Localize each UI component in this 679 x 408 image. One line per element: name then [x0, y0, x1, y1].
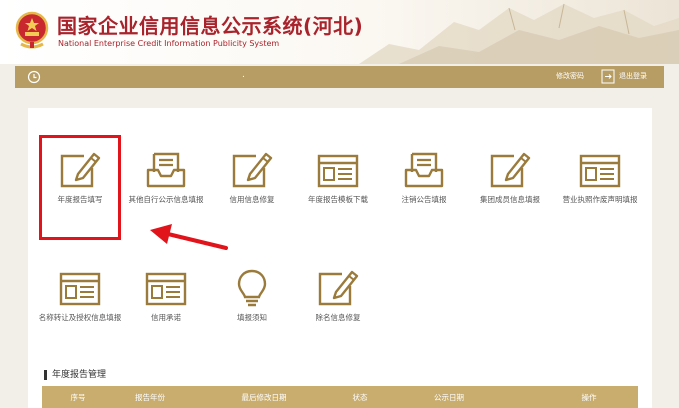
highlight-box — [39, 135, 121, 240]
mountain-background — [359, 3, 679, 64]
report-table-header: 序号 报告年份 最后修改日期 状态 公示日期 操作 — [42, 386, 638, 408]
browser-window-icon — [579, 154, 621, 188]
column-header: 操作 — [581, 393, 597, 402]
inbox-tray-icon — [146, 152, 186, 188]
browser-window-icon — [317, 154, 359, 188]
tile-label: 营业执照作废声明填报 — [562, 195, 638, 204]
tile-other-self-disclosure[interactable]: 其他自行公示信息填报 — [123, 150, 209, 205]
section-title: 年度报告管理 — [44, 370, 106, 380]
tile-group-members[interactable]: 集团成员信息填报 — [467, 150, 553, 205]
lightbulb-icon — [237, 269, 267, 307]
site-subtitle: National Enterprise Credit Information P… — [58, 39, 280, 48]
tile-label: 集团成员信息填报 — [480, 195, 540, 204]
national-emblem-icon — [15, 11, 49, 49]
column-header: 序号 — [70, 393, 86, 402]
column-header: 最后修改日期 — [241, 393, 287, 402]
browser-window-icon — [59, 272, 101, 306]
browser-window-icon — [145, 272, 187, 306]
pencil-square-icon — [318, 270, 359, 306]
user-toolbar: . 修改密码 退出登录 — [15, 66, 664, 88]
tile-name-transfer[interactable]: 名称转让及授权信息填报 — [37, 268, 123, 323]
tile-label: 信用承诺 — [151, 313, 181, 322]
pencil-square-icon — [490, 152, 531, 188]
change-password-link[interactable]: 修改密码 — [556, 71, 584, 81]
red-arrow-icon — [150, 224, 228, 250]
tile-license-void-statement[interactable]: 营业执照作废声明填报 — [553, 150, 647, 205]
tile-delisting-repair[interactable]: 除名信息修复 — [295, 268, 381, 323]
tile-credit-repair[interactable]: 信用信息修复 — [209, 150, 295, 205]
column-header: 公示日期 — [434, 393, 464, 402]
column-header: 状态 — [352, 393, 368, 402]
site-header: 国家企业信用信息公示系统(河北) National Enterprise Cre… — [0, 0, 679, 64]
tile-label: 填报须知 — [237, 313, 267, 322]
clock-icon — [27, 70, 41, 84]
pencil-square-icon — [232, 152, 273, 188]
tile-label: 信用信息修复 — [229, 195, 275, 204]
toolbar-dot: . — [242, 70, 245, 80]
site-title: 国家企业信用信息公示系统(河北) — [57, 14, 364, 38]
tile-template-download[interactable]: 年度报告模板下载 — [295, 150, 381, 205]
tile-filing-notice[interactable]: 填报须知 — [209, 268, 295, 323]
main-panel: 年度报告填写 其他自行公示信息填报 信用信息修复 年度报告模板下载 注销公告填报… — [28, 108, 652, 408]
tile-label: 年度报告模板下载 — [308, 195, 368, 204]
logout-link[interactable]: 退出登录 — [619, 71, 647, 81]
logout-icon[interactable] — [601, 69, 615, 84]
column-header: 报告年份 — [135, 393, 165, 402]
tile-credit-commitment[interactable]: 信用承诺 — [123, 268, 209, 323]
tile-label: 除名信息修复 — [315, 313, 361, 322]
tile-label: 注销公告填报 — [401, 195, 447, 204]
tile-label: 其他自行公示信息填报 — [128, 195, 204, 204]
tile-cancellation-notice[interactable]: 注销公告填报 — [381, 150, 467, 205]
tile-label: 名称转让及授权信息填报 — [38, 313, 122, 322]
inbox-tray-icon — [404, 152, 444, 188]
